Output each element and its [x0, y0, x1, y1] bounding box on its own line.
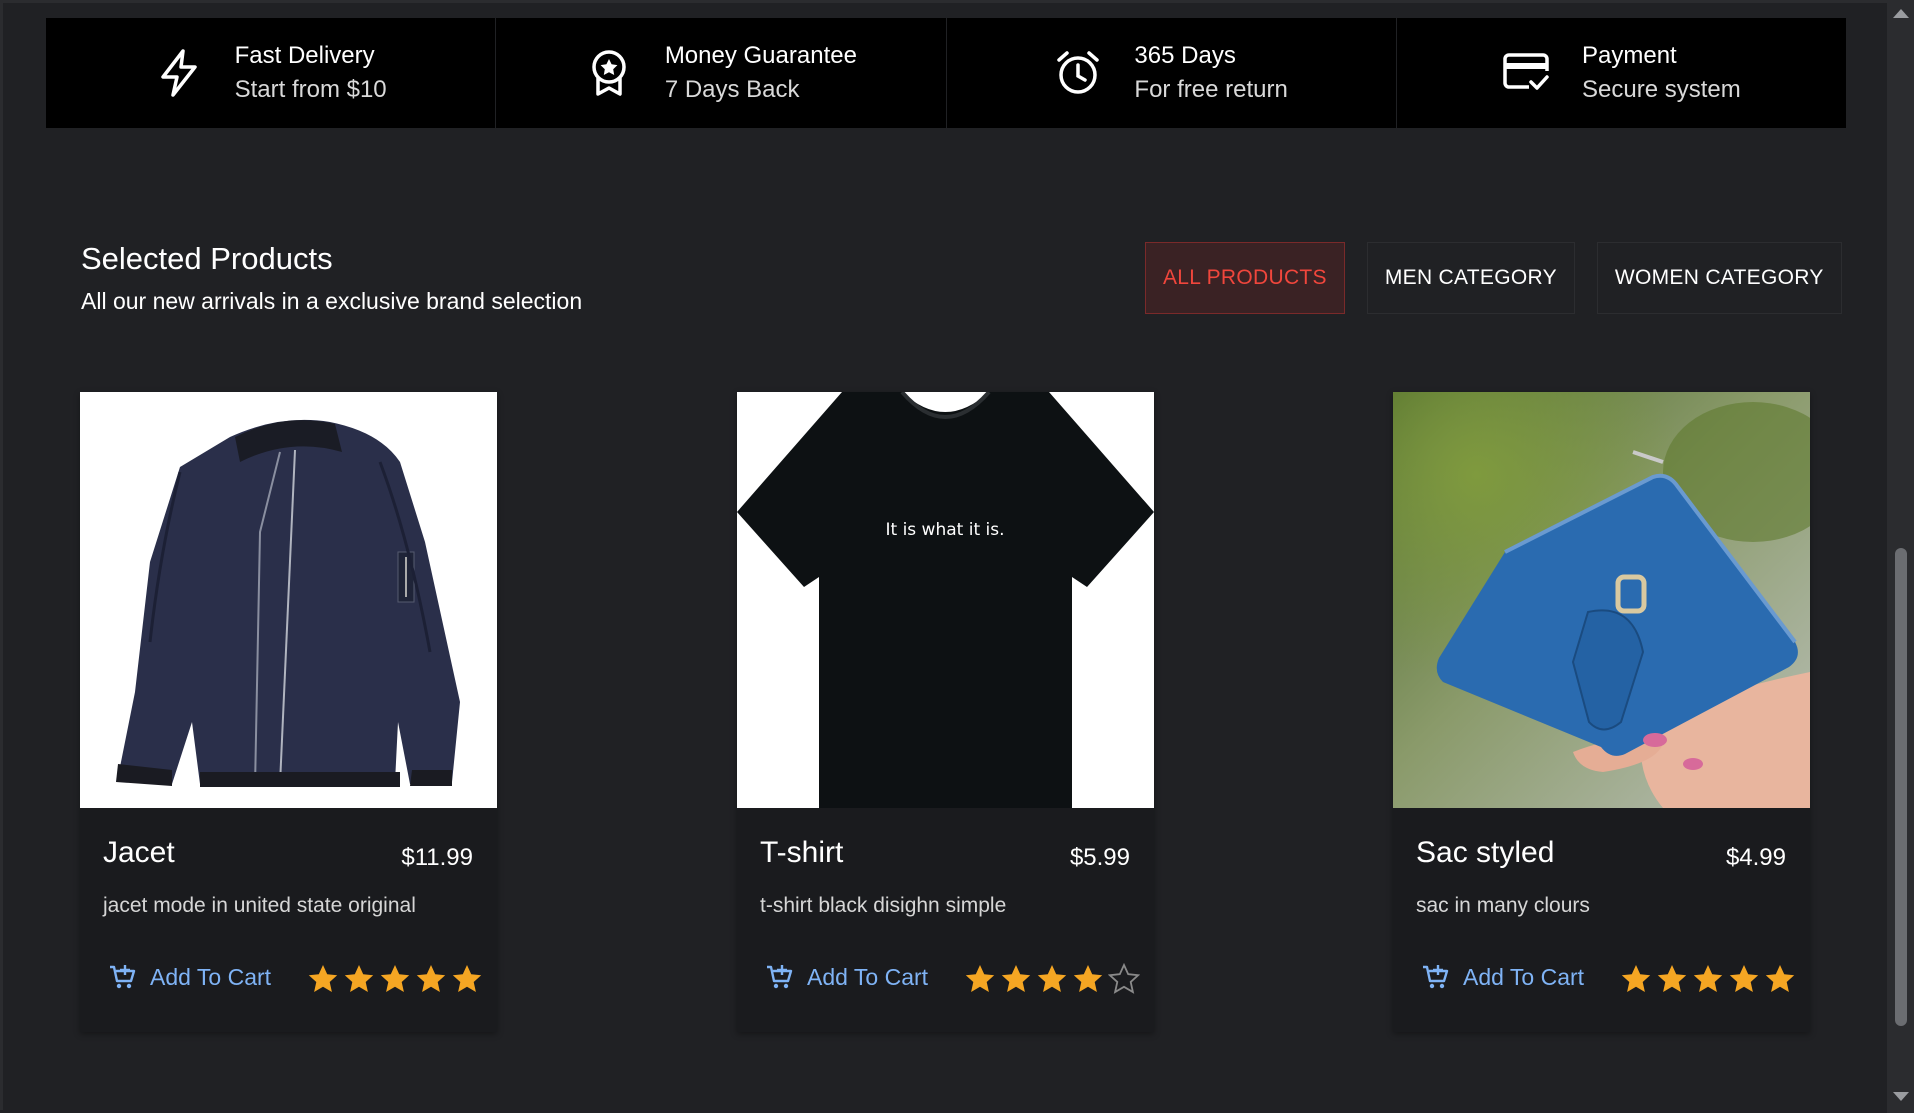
product-card-tshirt: It is what it is. T-shirt $5.99 t-shirt …: [737, 392, 1154, 1032]
star-filled-icon[interactable]: [1072, 963, 1104, 995]
feature-fast-delivery: Fast Delivery Start from $10: [46, 18, 497, 128]
product-name: Jacet: [103, 836, 175, 869]
scroll-up-arrow-icon[interactable]: [1893, 9, 1909, 18]
product-card-sac-styled: Sac styled $4.99 sac in many clours Add …: [1393, 392, 1810, 1032]
cart-add-icon: [1423, 965, 1449, 989]
scroll-down-arrow-icon[interactable]: [1893, 1092, 1909, 1101]
product-info: Jacet $11.99 jacet mode in united state …: [80, 808, 497, 1032]
add-to-cart-button[interactable]: Add To Cart: [765, 963, 928, 991]
product-image[interactable]: It is what it is.: [737, 392, 1154, 808]
product-name: Sac styled: [1416, 836, 1555, 869]
product-price: $4.99: [1725, 844, 1786, 871]
star-filled-icon[interactable]: [1764, 963, 1796, 995]
star-filled-icon[interactable]: [343, 963, 375, 995]
filter-women-category-button[interactable]: WOMEN CATEGORY: [1596, 242, 1842, 314]
product-info: T-shirt $5.99 t-shirt black disighn simp…: [737, 808, 1154, 1032]
feature-subtitle: Secure system: [1582, 76, 1741, 103]
star-filled-icon[interactable]: [1000, 963, 1032, 995]
star-filled-icon[interactable]: [1692, 963, 1724, 995]
filter-men-category-button[interactable]: MEN CATEGORY: [1366, 242, 1575, 314]
features-bar: Fast Delivery Start from $10 Money Guara…: [46, 18, 1846, 128]
star-filled-icon[interactable]: [1656, 963, 1688, 995]
star-filled-icon[interactable]: [964, 963, 996, 995]
scroll-thumb[interactable]: [1895, 548, 1907, 1026]
product-name: T-shirt: [760, 836, 844, 869]
feature-subtitle: For free return: [1134, 76, 1288, 103]
product-price: $5.99: [1069, 844, 1130, 871]
rating-stars: [1620, 963, 1796, 995]
product-image[interactable]: [1393, 392, 1810, 808]
add-to-cart-label: Add To Cart: [807, 963, 929, 990]
rating-stars: [964, 963, 1140, 995]
product-description: jacet mode in united state original: [103, 894, 416, 917]
add-to-cart-button[interactable]: Add To Cart: [1421, 963, 1584, 991]
feature-title: Payment: [1582, 42, 1677, 69]
feature-365-days: 365 Days For free return: [947, 18, 1397, 128]
product-description: sac in many clours: [1416, 894, 1590, 917]
feature-title: Money Guarantee: [664, 42, 857, 69]
award-badge-icon: [585, 49, 633, 97]
feature-money-guarantee: Money Guarantee 7 Days Back: [496, 18, 947, 128]
star-filled-icon[interactable]: [379, 963, 411, 995]
feature-title: 365 Days: [1134, 42, 1236, 69]
cart-add-icon: [110, 965, 136, 989]
lightning-icon: [155, 49, 203, 97]
feature-subtitle: 7 Days Back: [664, 76, 800, 103]
product-description: t-shirt black disighn simple: [760, 894, 1007, 917]
credit-card-check-icon: [1502, 49, 1550, 97]
star-filled-icon[interactable]: [1728, 963, 1760, 995]
rating-stars: [307, 963, 483, 995]
section-subtitle: All our new arrivals in a exclusive bran…: [81, 288, 583, 314]
filter-all-products-button[interactable]: ALL PRODUCTS: [1145, 242, 1345, 314]
tshirt-print-text: It is what it is.: [885, 520, 1004, 540]
star-filled-icon[interactable]: [415, 963, 447, 995]
product-info: Sac styled $4.99 sac in many clours Add …: [1393, 808, 1810, 1032]
product-card-jacet: Jacet $11.99 jacet mode in united state …: [80, 392, 497, 1032]
feature-title: Fast Delivery: [234, 42, 375, 69]
page: Fast Delivery Start from $10 Money Guara…: [0, 0, 1914, 1113]
cart-add-icon: [767, 965, 793, 989]
vertical-scrollbar[interactable]: [1887, 3, 1914, 1113]
star-filled-icon[interactable]: [307, 963, 339, 995]
category-filters: ALL PRODUCTS MEN CATEGORY WOMEN CATEGORY: [1145, 242, 1842, 314]
feature-subtitle: Start from $10: [234, 76, 387, 103]
star-filled-icon[interactable]: [1620, 963, 1652, 995]
add-to-cart-label: Add To Cart: [1463, 963, 1585, 990]
product-price: $11.99: [401, 844, 473, 871]
product-image[interactable]: [80, 392, 497, 808]
add-to-cart-label: Add To Cart: [150, 963, 272, 990]
alarm-clock-icon: [1054, 49, 1102, 97]
star-filled-icon[interactable]: [1036, 963, 1068, 995]
add-to-cart-button[interactable]: Add To Cart: [108, 963, 271, 991]
feature-payment: Payment Secure system: [1397, 18, 1846, 128]
star-filled-icon[interactable]: [451, 963, 483, 995]
star-empty-icon[interactable]: [1108, 963, 1140, 995]
section-title: Selected Products: [81, 241, 333, 276]
